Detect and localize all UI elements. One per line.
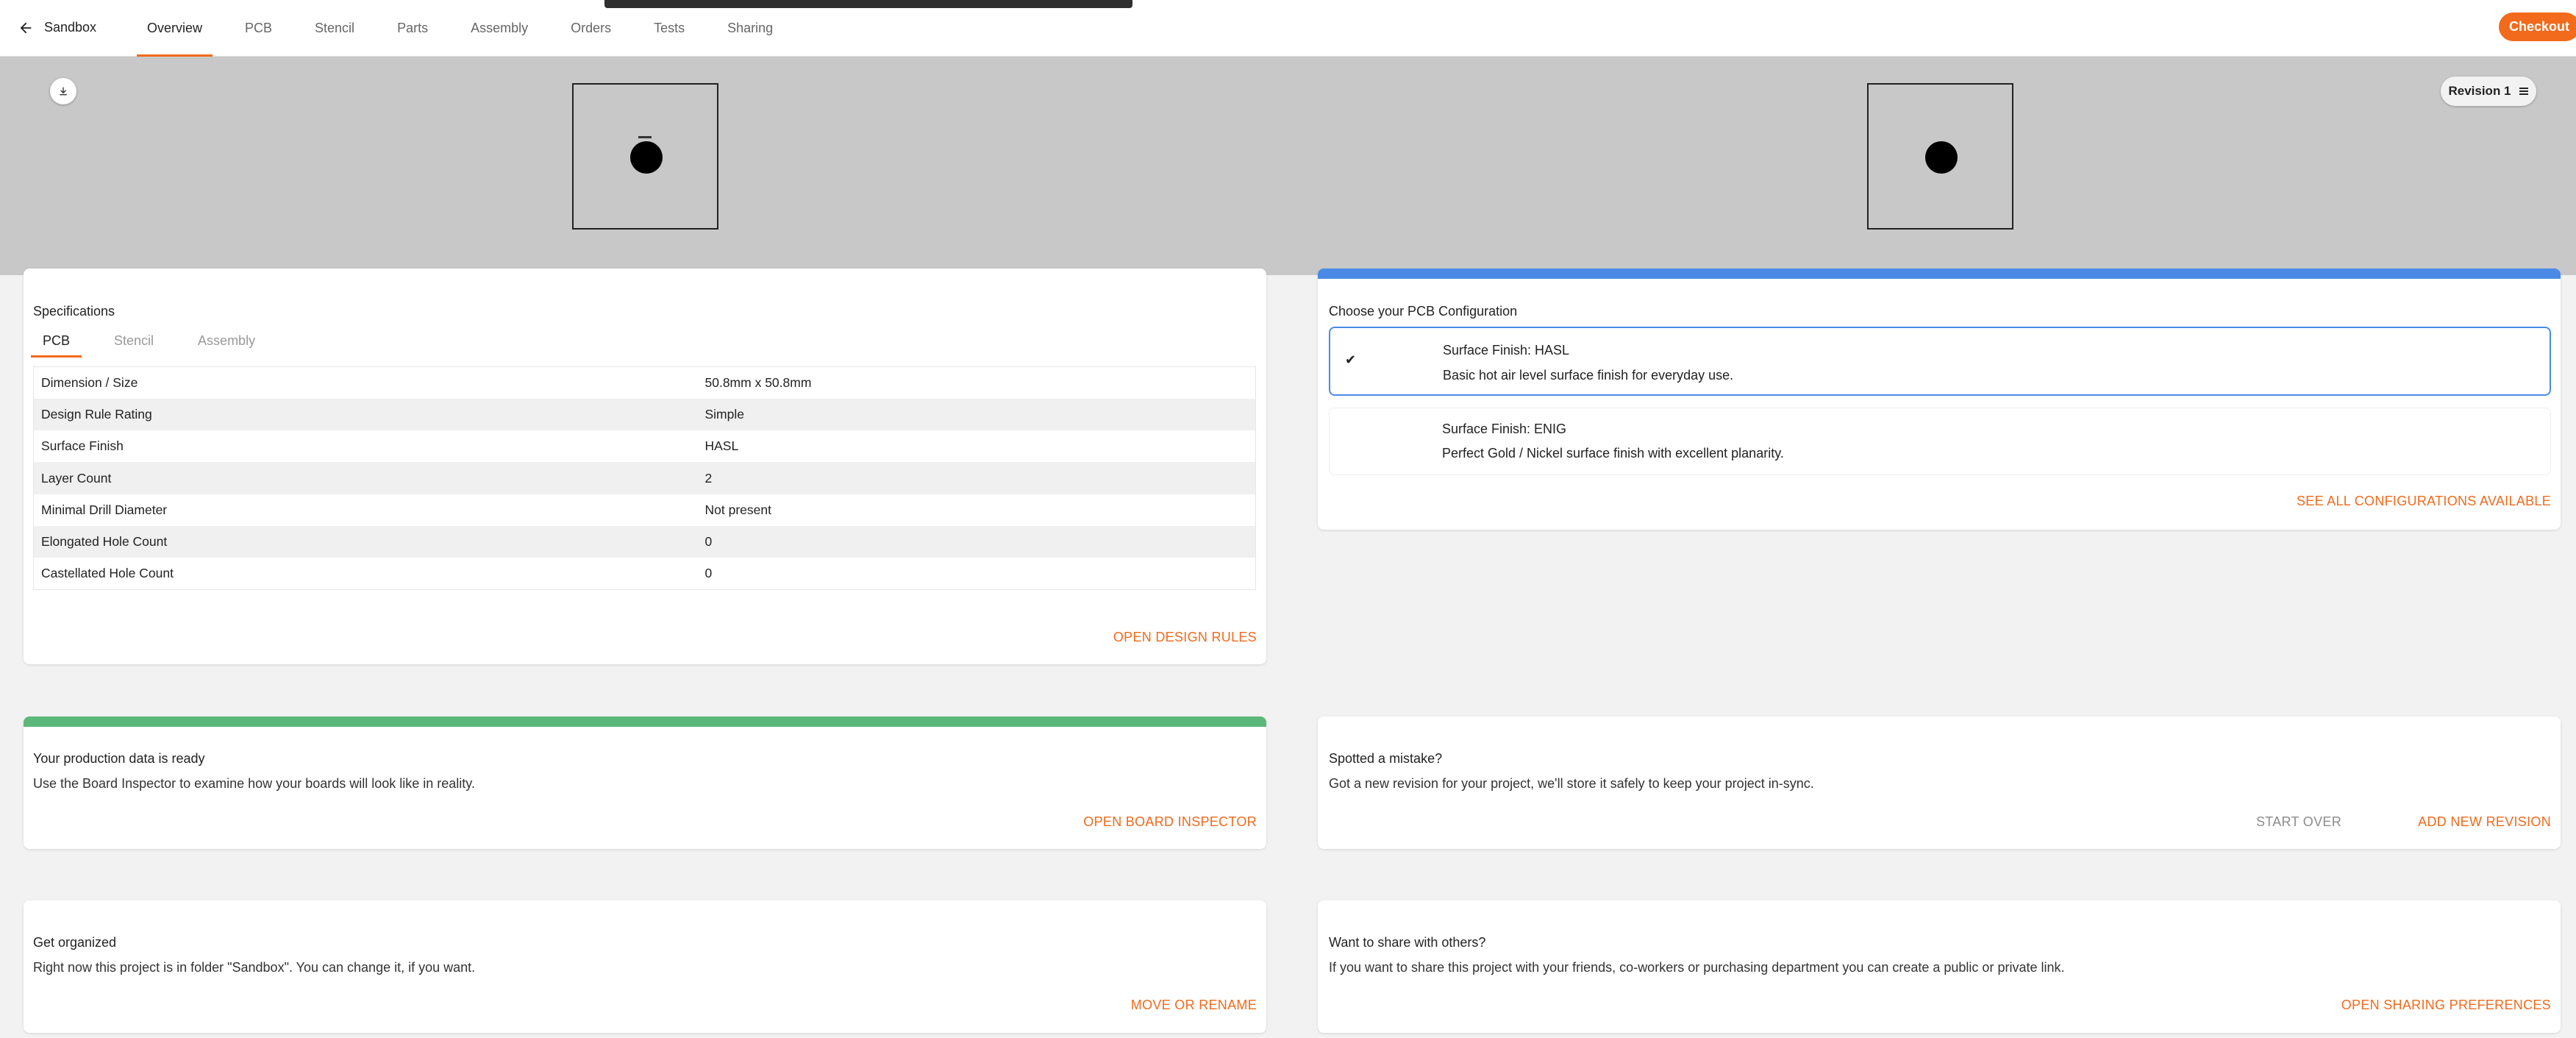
table-row: Minimal Drill Diameter Not present <box>34 494 1256 526</box>
main-tabs: Overview PCB Stencil Parts Assembly Orde… <box>137 0 783 57</box>
top-strip <box>604 0 1132 8</box>
config-option-hasl[interactable]: ✔ Surface Finish: HASL Basic hot air lev… <box>1329 327 2551 396</box>
tab-assembly[interactable]: Assembly <box>460 0 538 57</box>
download-button[interactable] <box>50 78 76 104</box>
table-row: Dimension / Size 50.8mm x 50.8mm <box>34 367 1256 399</box>
board-hole <box>630 141 663 174</box>
spec-value: 0 <box>697 525 1256 558</box>
config-option-title: Surface Finish: HASL <box>1443 343 1570 358</box>
spec-key: Minimal Drill Diameter <box>41 502 168 517</box>
tab-orders[interactable]: Orders <box>560 0 621 57</box>
revision-label: Revision 1 <box>2448 84 2511 98</box>
spec-tab-pcb[interactable]: PCB <box>31 324 82 358</box>
spec-key: Design Rule Rating <box>33 398 698 431</box>
move-or-rename-button[interactable]: MOVE OR RENAME <box>1131 998 1257 1013</box>
download-icon <box>60 87 67 96</box>
configuration-accent-bar <box>1318 269 2561 279</box>
tab-parts[interactable]: Parts <box>387 0 438 57</box>
spec-value: Simple <box>697 398 1256 431</box>
tab-sharing[interactable]: Sharing <box>717 0 783 57</box>
back-to-sandbox-link[interactable]: Sandbox <box>18 0 96 55</box>
list-icon <box>2519 88 2528 95</box>
spec-value: HASL <box>704 438 739 454</box>
config-option-description: Basic hot air level surface finish for e… <box>1443 368 1734 383</box>
spec-key: Elongated Hole Count <box>33 525 698 558</box>
specifications-tabs: PCB Stencil Assembly <box>31 324 288 358</box>
mistake-text: Got a new revision for your project, we'… <box>1329 776 1814 791</box>
tab-overview[interactable]: Overview <box>137 0 213 57</box>
config-option-description: Perfect Gold / Nickel surface finish wit… <box>1442 446 1784 461</box>
board-label-mark <box>638 136 652 138</box>
spec-value: 2 <box>697 462 1256 494</box>
configuration-title: Choose your PCB Configuration <box>1329 304 1518 319</box>
share-title: Want to share with others? <box>1329 935 1486 950</box>
table-row: Castellated Hole Count 0 <box>34 558 1256 589</box>
organize-text: Right now this project is in folder "San… <box>33 960 476 975</box>
specifications-title: Specifications <box>33 304 115 319</box>
add-new-revision-button[interactable]: ADD NEW REVISION <box>2418 814 2551 830</box>
production-title: Your production data is ready <box>33 751 205 766</box>
specifications-table: Dimension / Size 50.8mm x 50.8mm Design R… <box>33 366 1256 591</box>
production-text: Use the Board Inspector to examine how y… <box>33 776 475 791</box>
tab-tests[interactable]: Tests <box>643 0 695 57</box>
arrow-left-icon <box>20 22 32 33</box>
top-navigation-bar: Sandbox Overview PCB Stencil Parts Assem… <box>0 0 2576 57</box>
board-top-view <box>572 83 718 230</box>
table-row: Design Rule Rating Simple <box>33 398 1256 431</box>
tab-stencil[interactable]: Stencil <box>304 0 365 57</box>
spec-tab-assembly[interactable]: Assembly <box>186 324 267 358</box>
config-option-enig[interactable]: Surface Finish: ENIG Perfect Gold / Nick… <box>1329 408 2551 475</box>
spec-tab-stencil[interactable]: Stencil <box>102 324 165 358</box>
open-sharing-preferences-button[interactable]: OPEN SHARING PREFERENCES <box>2341 998 2551 1013</box>
spec-value: Not present <box>704 502 771 517</box>
spec-value: 50.8mm x 50.8mm <box>704 374 812 390</box>
revision-selector[interactable]: Revision 1 <box>2441 77 2536 106</box>
share-text: If you want to share this project with y… <box>1329 960 2065 975</box>
board-bottom-view <box>1867 83 2013 230</box>
table-row: Surface Finish HASL <box>34 430 1256 462</box>
spec-key: Dimension / Size <box>41 374 138 390</box>
config-option-title: Surface Finish: ENIG <box>1442 422 1567 436</box>
mistake-title: Spotted a mistake? <box>1329 751 1443 766</box>
table-row: Layer Count 2 <box>33 462 1256 494</box>
spec-value: 0 <box>704 566 713 581</box>
spec-key: Layer Count <box>33 462 698 494</box>
see-all-configurations-button[interactable]: SEE ALL CONFIGURATIONS AVAILABLE <box>2297 494 2551 509</box>
open-board-inspector-button[interactable]: OPEN BOARD INSPECTOR <box>1083 814 1257 830</box>
table-row: Elongated Hole Count 0 <box>33 525 1256 558</box>
open-design-rules-button[interactable]: OPEN DESIGN RULES <box>1113 630 1257 645</box>
spec-key: Surface Finish <box>41 438 124 454</box>
start-over-button[interactable]: START OVER <box>2256 814 2341 830</box>
back-label: Sandbox <box>44 20 97 35</box>
board-preview-area: Revision 1 <box>0 57 2576 275</box>
spec-key: Castellated Hole Count <box>41 566 174 581</box>
board-hole <box>1925 141 1958 174</box>
check-icon: ✔ <box>1345 352 1357 367</box>
tab-pcb[interactable]: PCB <box>235 0 282 57</box>
production-accent-bar <box>24 717 1266 727</box>
organize-title: Get organized <box>33 935 117 950</box>
checkout-button[interactable]: Checkout <box>2499 13 2576 41</box>
